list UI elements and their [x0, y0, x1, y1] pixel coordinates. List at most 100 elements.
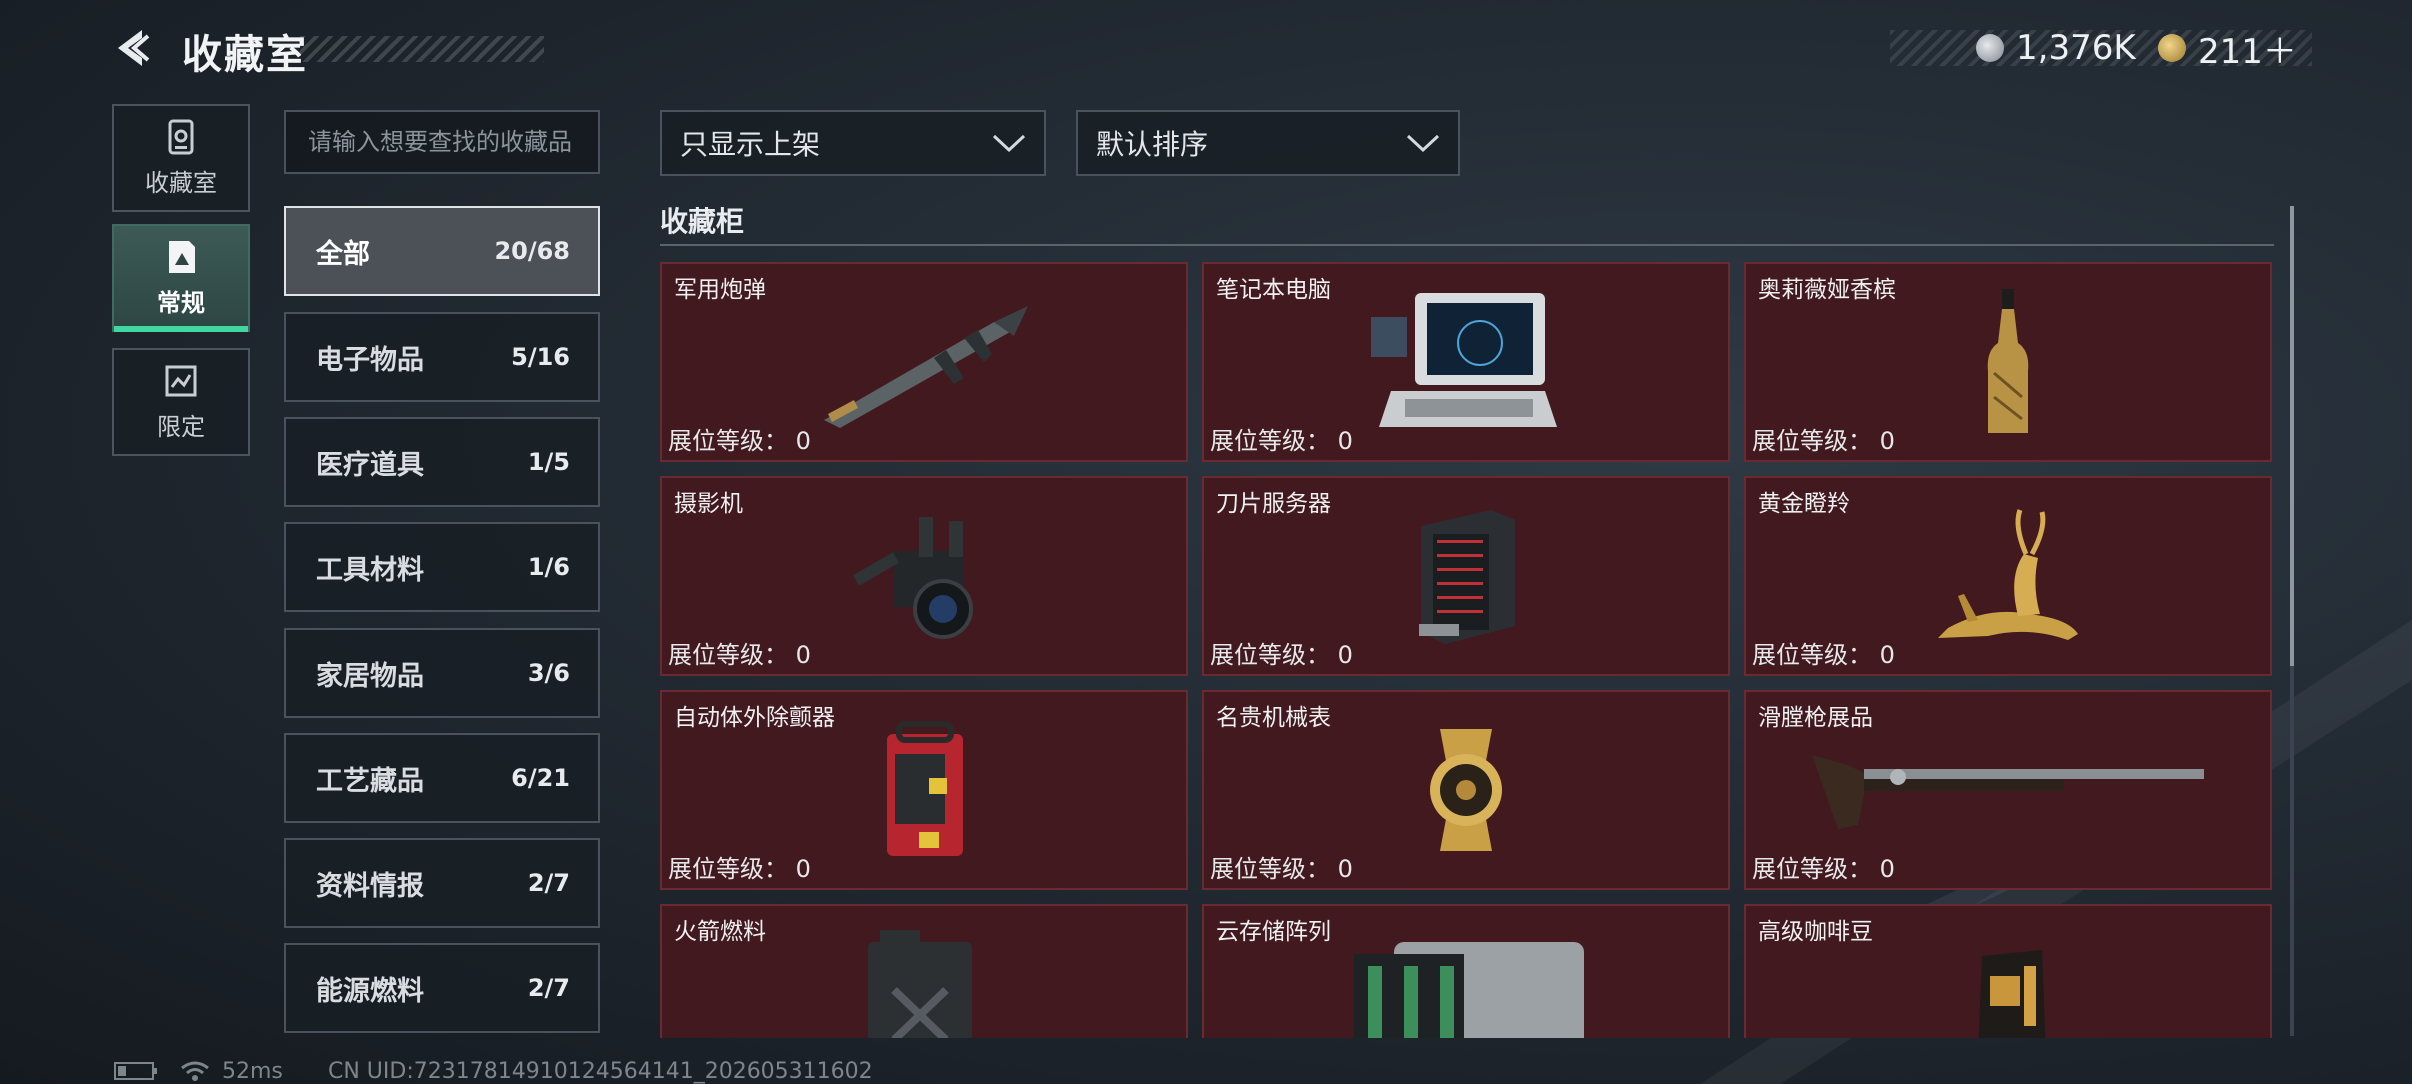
collection-card-champagne[interactable]: 奥莉薇娅香槟 展位等级： 0 — [1744, 262, 2272, 462]
storage-array-icon — [1354, 942, 1584, 1038]
item-name: 黄金瞪羚 — [1758, 491, 1850, 517]
category-count: 2/7 — [527, 869, 570, 897]
fuel-can-icon — [868, 930, 972, 1038]
category-label: 资料情报 — [316, 870, 424, 902]
display-level-value: 0 — [1879, 427, 1895, 455]
uid-text: CN UID:7231781491012456414​1_20260531160… — [328, 1058, 873, 1084]
display-level-label: 展位等级： — [1210, 641, 1330, 669]
display-level-label: 展位等级： — [1210, 855, 1330, 883]
collection-card-laptop[interactable]: 笔记本电脑 展位等级： 0 — [1202, 262, 1730, 462]
display-level: 展位等级： 0 — [1752, 849, 1895, 884]
collection-card-fuel[interactable]: 火箭燃料 — [660, 904, 1188, 1038]
display-level-label: 展位等级： — [668, 427, 788, 455]
display-level: 展位等级： 0 — [1210, 635, 1353, 670]
collection-card-defibrillator[interactable]: 自动体外除颤器 展位等级： 0 — [660, 690, 1188, 890]
silver-currency[interactable]: 1,376K — [1976, 28, 2136, 68]
category-tools[interactable]: 工具材料 1/6 — [284, 522, 600, 612]
category-crafts[interactable]: 工艺藏品 6/21 — [284, 733, 600, 823]
sort-dropdown[interactable]: 默认排序 — [1076, 110, 1460, 176]
item-name: 笔记本电脑 — [1216, 277, 1331, 303]
collection-card-camera[interactable]: 摄影机 展位等级： 0 — [660, 476, 1188, 676]
display-level-value: 0 — [1337, 641, 1353, 669]
item-name: 云存储阵列 — [1216, 919, 1331, 945]
display-level-value: 0 — [1879, 855, 1895, 883]
category-household[interactable]: 家居物品 3/6 — [284, 628, 600, 718]
category-count: 1/5 — [527, 448, 570, 476]
wifi-icon — [181, 1061, 209, 1081]
display-level-label: 展位等级： — [1210, 427, 1330, 455]
musket-icon — [1812, 755, 2204, 829]
category-fuel[interactable]: 能源燃料 2/7 — [284, 943, 600, 1033]
gold-amount: 211＋ — [2198, 31, 2297, 72]
collection-card-storage-array[interactable]: 云存储阵列 — [1202, 904, 1730, 1038]
category-count: 6/21 — [511, 764, 570, 792]
show-filter-value: 只显示上架 — [680, 128, 821, 161]
camera-icon — [853, 517, 973, 639]
section-divider — [660, 244, 2274, 246]
chevron-down-icon — [992, 134, 1026, 153]
category-count: 5/16 — [511, 343, 570, 371]
category-label: 电子物品 — [316, 344, 424, 376]
category-count: 20/68 — [494, 237, 570, 265]
category-count: 3/6 — [527, 659, 570, 687]
display-level: 展位等级： 0 — [1752, 635, 1895, 670]
rail-label: 限定 — [157, 412, 205, 441]
collection-card-server[interactable]: 刀片服务器 展位等级： 0 — [1202, 476, 1730, 676]
scrollbar-thumb[interactable] — [2290, 206, 2294, 666]
sort-value: 默认排序 — [1096, 128, 1209, 161]
battery-icon — [114, 1062, 157, 1080]
category-all[interactable]: 全部 20/68 — [284, 206, 600, 296]
category-electronics[interactable]: 电子物品 5/16 — [284, 312, 600, 402]
rail-label: 常规 — [157, 288, 205, 317]
display-level: 展位等级： 0 — [668, 849, 811, 884]
rail-item-regular[interactable]: 常规 — [112, 224, 250, 332]
item-name: 军用炮弹 — [674, 277, 766, 303]
silver-amount: 1,376K — [2016, 28, 2136, 68]
category-label: 医疗道具 — [316, 449, 424, 481]
collection-grid: 军用炮弹 展位等级： 0 笔记本电脑 展位等级： 0 奥莉薇娅香槟 展位等级： — [660, 262, 2274, 1038]
rail-label: 收藏室 — [145, 168, 217, 197]
category-count: 2/7 — [527, 974, 570, 1002]
collection-card-gazelle[interactable]: 黄金瞪羚 展位等级： 0 — [1744, 476, 2272, 676]
category-medical[interactable]: 医疗道具 1/5 — [284, 417, 600, 507]
collection-card-watch[interactable]: 名贵机械表 展位等级： 0 — [1202, 690, 1730, 890]
collection-card-missile[interactable]: 军用炮弹 展位等级： 0 — [660, 262, 1188, 462]
item-name: 奥莉薇娅香槟 — [1758, 277, 1896, 303]
display-level: 展位等级： 0 — [668, 635, 811, 670]
category-label: 工艺藏品 — [316, 765, 424, 797]
display-level-label: 展位等级： — [1752, 855, 1872, 883]
display-level-label: 展位等级： — [1752, 641, 1872, 669]
gold-currency[interactable]: 211＋ — [2158, 28, 2297, 72]
champagne-icon — [1987, 289, 2029, 433]
coffee-bag-icon — [1978, 950, 2046, 1038]
item-name: 自动体外除颤器 — [674, 705, 835, 731]
gazelle-icon — [1938, 509, 2078, 640]
collection-card-coffee[interactable]: 高级咖啡豆 — [1744, 904, 2272, 1038]
page-title: 收藏室 — [182, 32, 308, 78]
search-input[interactable] — [284, 110, 600, 174]
item-name: 滑膛枪展品 — [1758, 705, 1873, 731]
item-name: 火箭燃料 — [674, 919, 766, 945]
back-arrow-icon[interactable] — [112, 26, 156, 70]
category-intel[interactable]: 资料情报 2/7 — [284, 838, 600, 928]
category-label: 能源燃料 — [316, 975, 424, 1007]
rail-item-collection-room[interactable]: 收藏室 — [112, 104, 250, 212]
show-filter-dropdown[interactable]: 只显示上架 — [660, 110, 1046, 176]
collection-room-icon — [168, 119, 194, 154]
display-level-value: 0 — [795, 641, 811, 669]
rail-item-limited[interactable]: 限定 — [112, 348, 250, 456]
item-name: 高级咖啡豆 — [1758, 919, 1873, 945]
collection-card-musket[interactable]: 滑膛枪展品 展位等级： 0 — [1744, 690, 2272, 890]
watch-icon — [1430, 729, 1502, 851]
category-label: 全部 — [316, 238, 370, 270]
display-level-value: 0 — [1337, 427, 1353, 455]
display-level-label: 展位等级： — [668, 641, 788, 669]
item-name: 摄影机 — [674, 491, 743, 517]
ping-text: 52ms — [222, 1058, 283, 1084]
missile-icon — [824, 306, 1028, 428]
server-icon — [1419, 510, 1515, 644]
device-status: 52ms — [114, 1058, 283, 1084]
display-level-value: 0 — [795, 855, 811, 883]
gold-coin-icon — [2158, 34, 2186, 62]
title-decoration — [300, 36, 544, 62]
